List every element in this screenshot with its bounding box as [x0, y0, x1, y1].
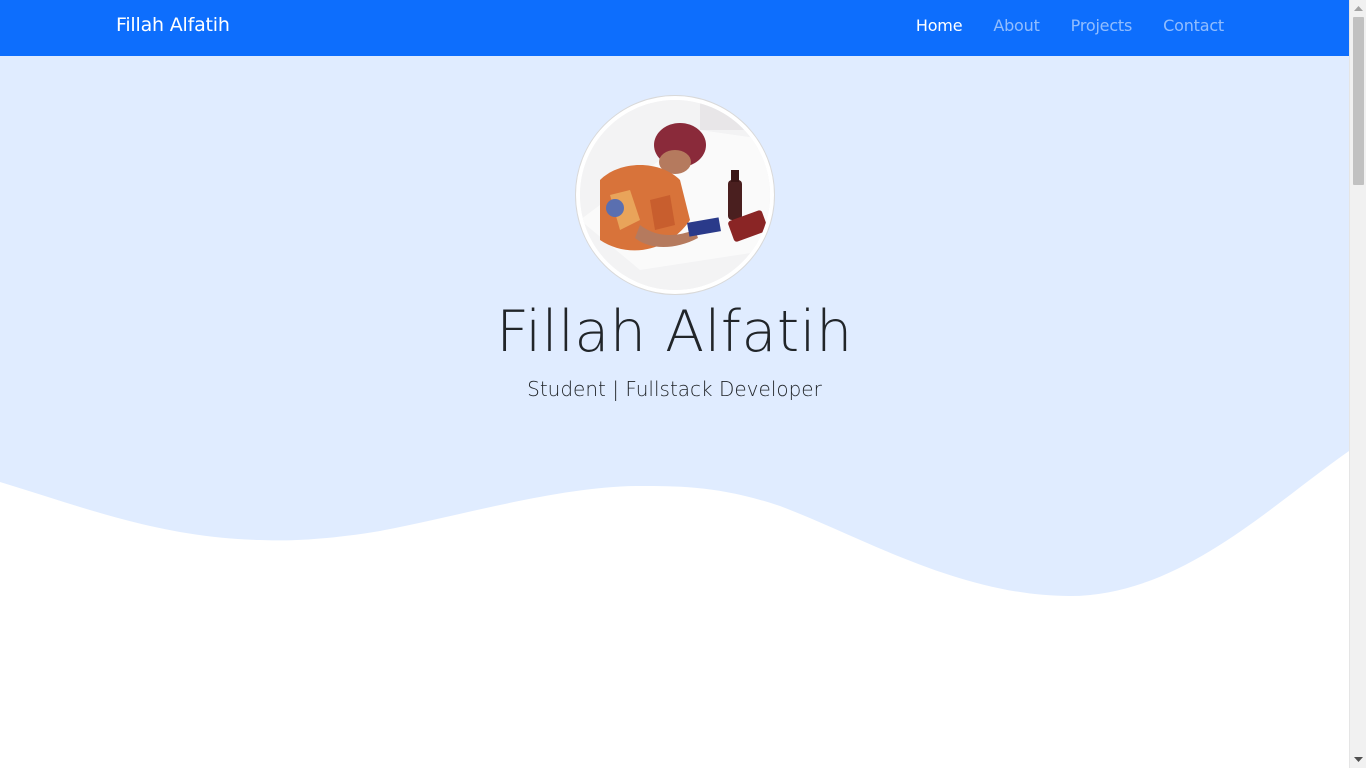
nav-item-projects: Projects	[1071, 16, 1133, 35]
navbar: Fillah Alfatih Home About Projects Conta…	[0, 0, 1349, 56]
profile-photo-icon	[580, 100, 770, 290]
hero-section: Fillah Alfatih Student | Fullstack Devel…	[0, 56, 1349, 616]
vertical-scrollbar[interactable]	[1349, 0, 1366, 768]
scroll-down-arrow-icon[interactable]	[1350, 751, 1366, 768]
nav-item-home: Home	[916, 16, 963, 35]
page: Fillah Alfatih Home About Projects Conta…	[0, 0, 1349, 768]
navbar-brand[interactable]: Fillah Alfatih	[116, 14, 230, 36]
nav-item-about: About	[993, 16, 1040, 35]
scroll-thumb[interactable]	[1353, 17, 1364, 185]
nav-link-contact[interactable]: Contact	[1163, 16, 1224, 35]
hero-name: Fillah Alfatih	[496, 299, 853, 365]
nav-link-home[interactable]: Home	[916, 16, 963, 35]
nav-menu: Home About Projects Contact	[916, 16, 1224, 35]
scroll-up-arrow-icon[interactable]	[1350, 0, 1366, 17]
nav-link-about[interactable]: About	[993, 16, 1040, 35]
nav-item-contact: Contact	[1163, 16, 1224, 35]
hero-subtitle: Student | Fullstack Developer	[527, 377, 822, 401]
nav-link-projects[interactable]: Projects	[1071, 16, 1133, 35]
profile-avatar	[576, 96, 774, 294]
